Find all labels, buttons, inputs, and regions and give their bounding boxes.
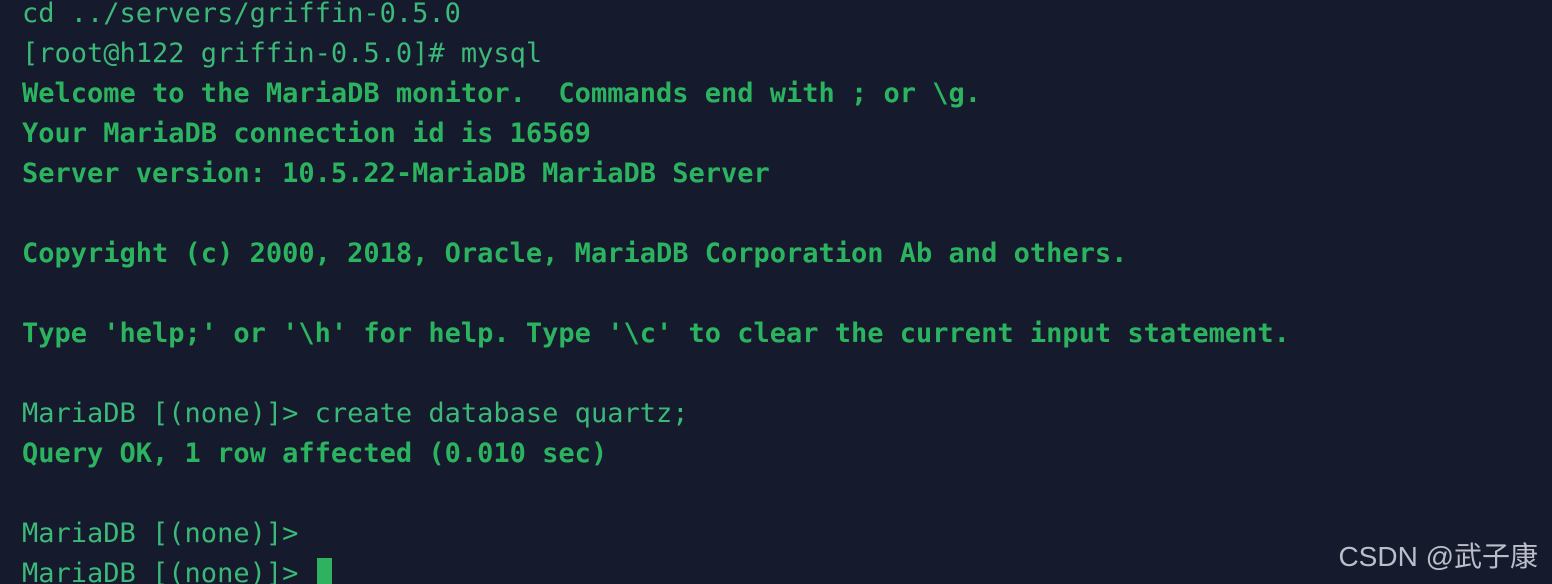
terminal-line: MariaDB [(none)]> (22, 514, 1552, 554)
terminal-line: cd ../servers/griffin-0.5.0 (22, 0, 1552, 34)
terminal-output: cd ../servers/griffin-0.5.0 [root@h122 gr… (22, 0, 1552, 584)
text-cursor (316, 558, 332, 584)
terminal-line-text: MariaDB [(none)]> (22, 558, 315, 584)
terminal-line: Welcome to the MariaDB monitor. Commands… (22, 74, 1552, 114)
terminal-line-text: Your MariaDB connection id is 16569 (22, 118, 591, 149)
terminal-line-text: Query OK, 1 row affected (0.010 sec) (22, 438, 608, 469)
terminal-window[interactable]: cd ../servers/griffin-0.5.0 [root@h122 gr… (0, 0, 1552, 584)
terminal-line: [root@h122 griffin-0.5.0]# mysql (22, 34, 1552, 74)
terminal-line: Server version: 10.5.22-MariaDB MariaDB … (22, 154, 1552, 194)
terminal-line-text: cd ../servers/griffin-0.5.0 (22, 0, 461, 29)
terminal-line-text: Copyright (c) 2000, 2018, Oracle, MariaD… (22, 238, 1128, 269)
terminal-line: Copyright (c) 2000, 2018, Oracle, MariaD… (22, 234, 1552, 274)
terminal-line-text: Welcome to the MariaDB monitor. Commands… (22, 78, 982, 109)
terminal-line: MariaDB [(none)]> (22, 554, 1552, 584)
terminal-line-text: Type 'help;' or '\h' for help. Type '\c'… (22, 318, 1290, 349)
terminal-line: Type 'help;' or '\h' for help. Type '\c'… (22, 314, 1552, 354)
csdn-watermark: CSDN @武子康 (1338, 541, 1538, 572)
terminal-line-text: MariaDB [(none)]> (22, 518, 315, 549)
terminal-line-text: [root@h122 griffin-0.5.0]# mysql (22, 38, 543, 69)
terminal-line: Your MariaDB connection id is 16569 (22, 114, 1552, 154)
terminal-line: MariaDB [(none)]> create database quartz… (22, 394, 1552, 434)
terminal-line-text: MariaDB [(none)]> create database quartz… (22, 398, 689, 429)
terminal-line: Query OK, 1 row affected (0.010 sec) (22, 434, 1552, 474)
terminal-line-text: Server version: 10.5.22-MariaDB MariaDB … (22, 158, 770, 189)
